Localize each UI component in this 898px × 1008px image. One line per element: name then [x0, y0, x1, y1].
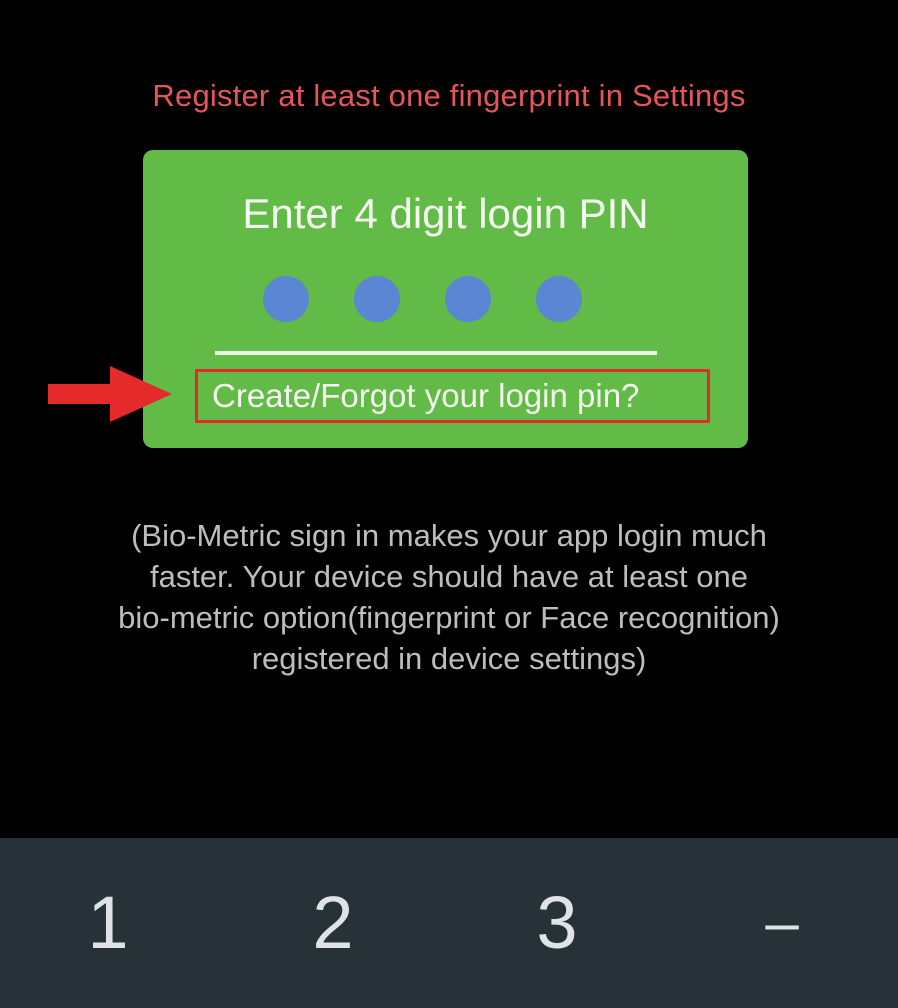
pin-dots[interactable] — [263, 276, 583, 322]
key-minus[interactable]: – — [722, 878, 842, 968]
key-1[interactable]: 1 — [48, 878, 168, 968]
numeric-keypad: 1 2 3 – — [0, 838, 898, 1008]
info-line: (Bio-Metric sign in makes your app login… — [131, 518, 767, 553]
right-arrow-icon — [48, 366, 172, 422]
info-line: faster. Your device should have at least… — [149, 559, 749, 594]
pin-dot — [263, 276, 309, 322]
pin-dot — [354, 276, 400, 322]
pin-title: Enter 4 digit login PIN — [242, 190, 649, 237]
fingerprint-warning: Register at least one fingerprint in Set… — [152, 78, 746, 113]
key-3[interactable]: 3 — [497, 878, 617, 968]
key-2[interactable]: 2 — [273, 878, 393, 968]
pin-dot — [536, 276, 582, 322]
pin-login-screen: Register at least one fingerprint in Set… — [0, 0, 898, 1008]
pin-dot — [445, 276, 491, 322]
info-line: registered in device settings) — [251, 641, 647, 676]
biometric-info-text: (Bio-Metric sign in makes your app login… — [40, 515, 858, 679]
info-line: bio-metric option(fingerprint or Face re… — [118, 600, 780, 635]
forgot-pin-link[interactable]: Create/Forgot your login pin? — [212, 377, 639, 415]
pin-underline — [215, 351, 657, 355]
